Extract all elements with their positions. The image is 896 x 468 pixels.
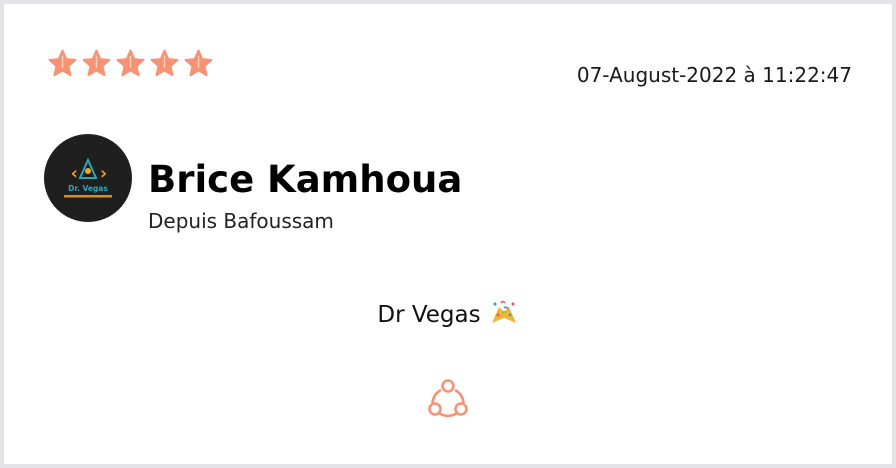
star-icon [47, 48, 78, 79]
review-message: Dr Vegas [4, 299, 892, 331]
dr-vegas-logo: ‹ › Dr. Vegas [64, 157, 112, 198]
author-location: Depuis Bafoussam [148, 209, 334, 233]
author-name: Brice Kamhoua [148, 158, 463, 201]
star-icon [183, 48, 214, 79]
star-icon [81, 48, 112, 79]
svg-text:‹: ‹ [69, 163, 80, 184]
svg-text:Dr. Vegas: Dr. Vegas [68, 184, 108, 193]
star-icon [149, 48, 180, 79]
svg-text:›: › [98, 163, 109, 184]
avatar: ‹ › Dr. Vegas [44, 134, 132, 222]
party-popper-icon [489, 299, 519, 331]
review-card: 07-August-2022 à 11:22:47 ‹ › Dr. Vegas … [4, 4, 892, 464]
star-icon [115, 48, 146, 79]
share-icon [428, 379, 468, 418]
rating-stars [47, 48, 214, 79]
share-button[interactable] [424, 374, 472, 422]
review-message-text: Dr Vegas [377, 302, 481, 328]
review-date: 07-August-2022 à 11:22:47 [576, 63, 852, 87]
